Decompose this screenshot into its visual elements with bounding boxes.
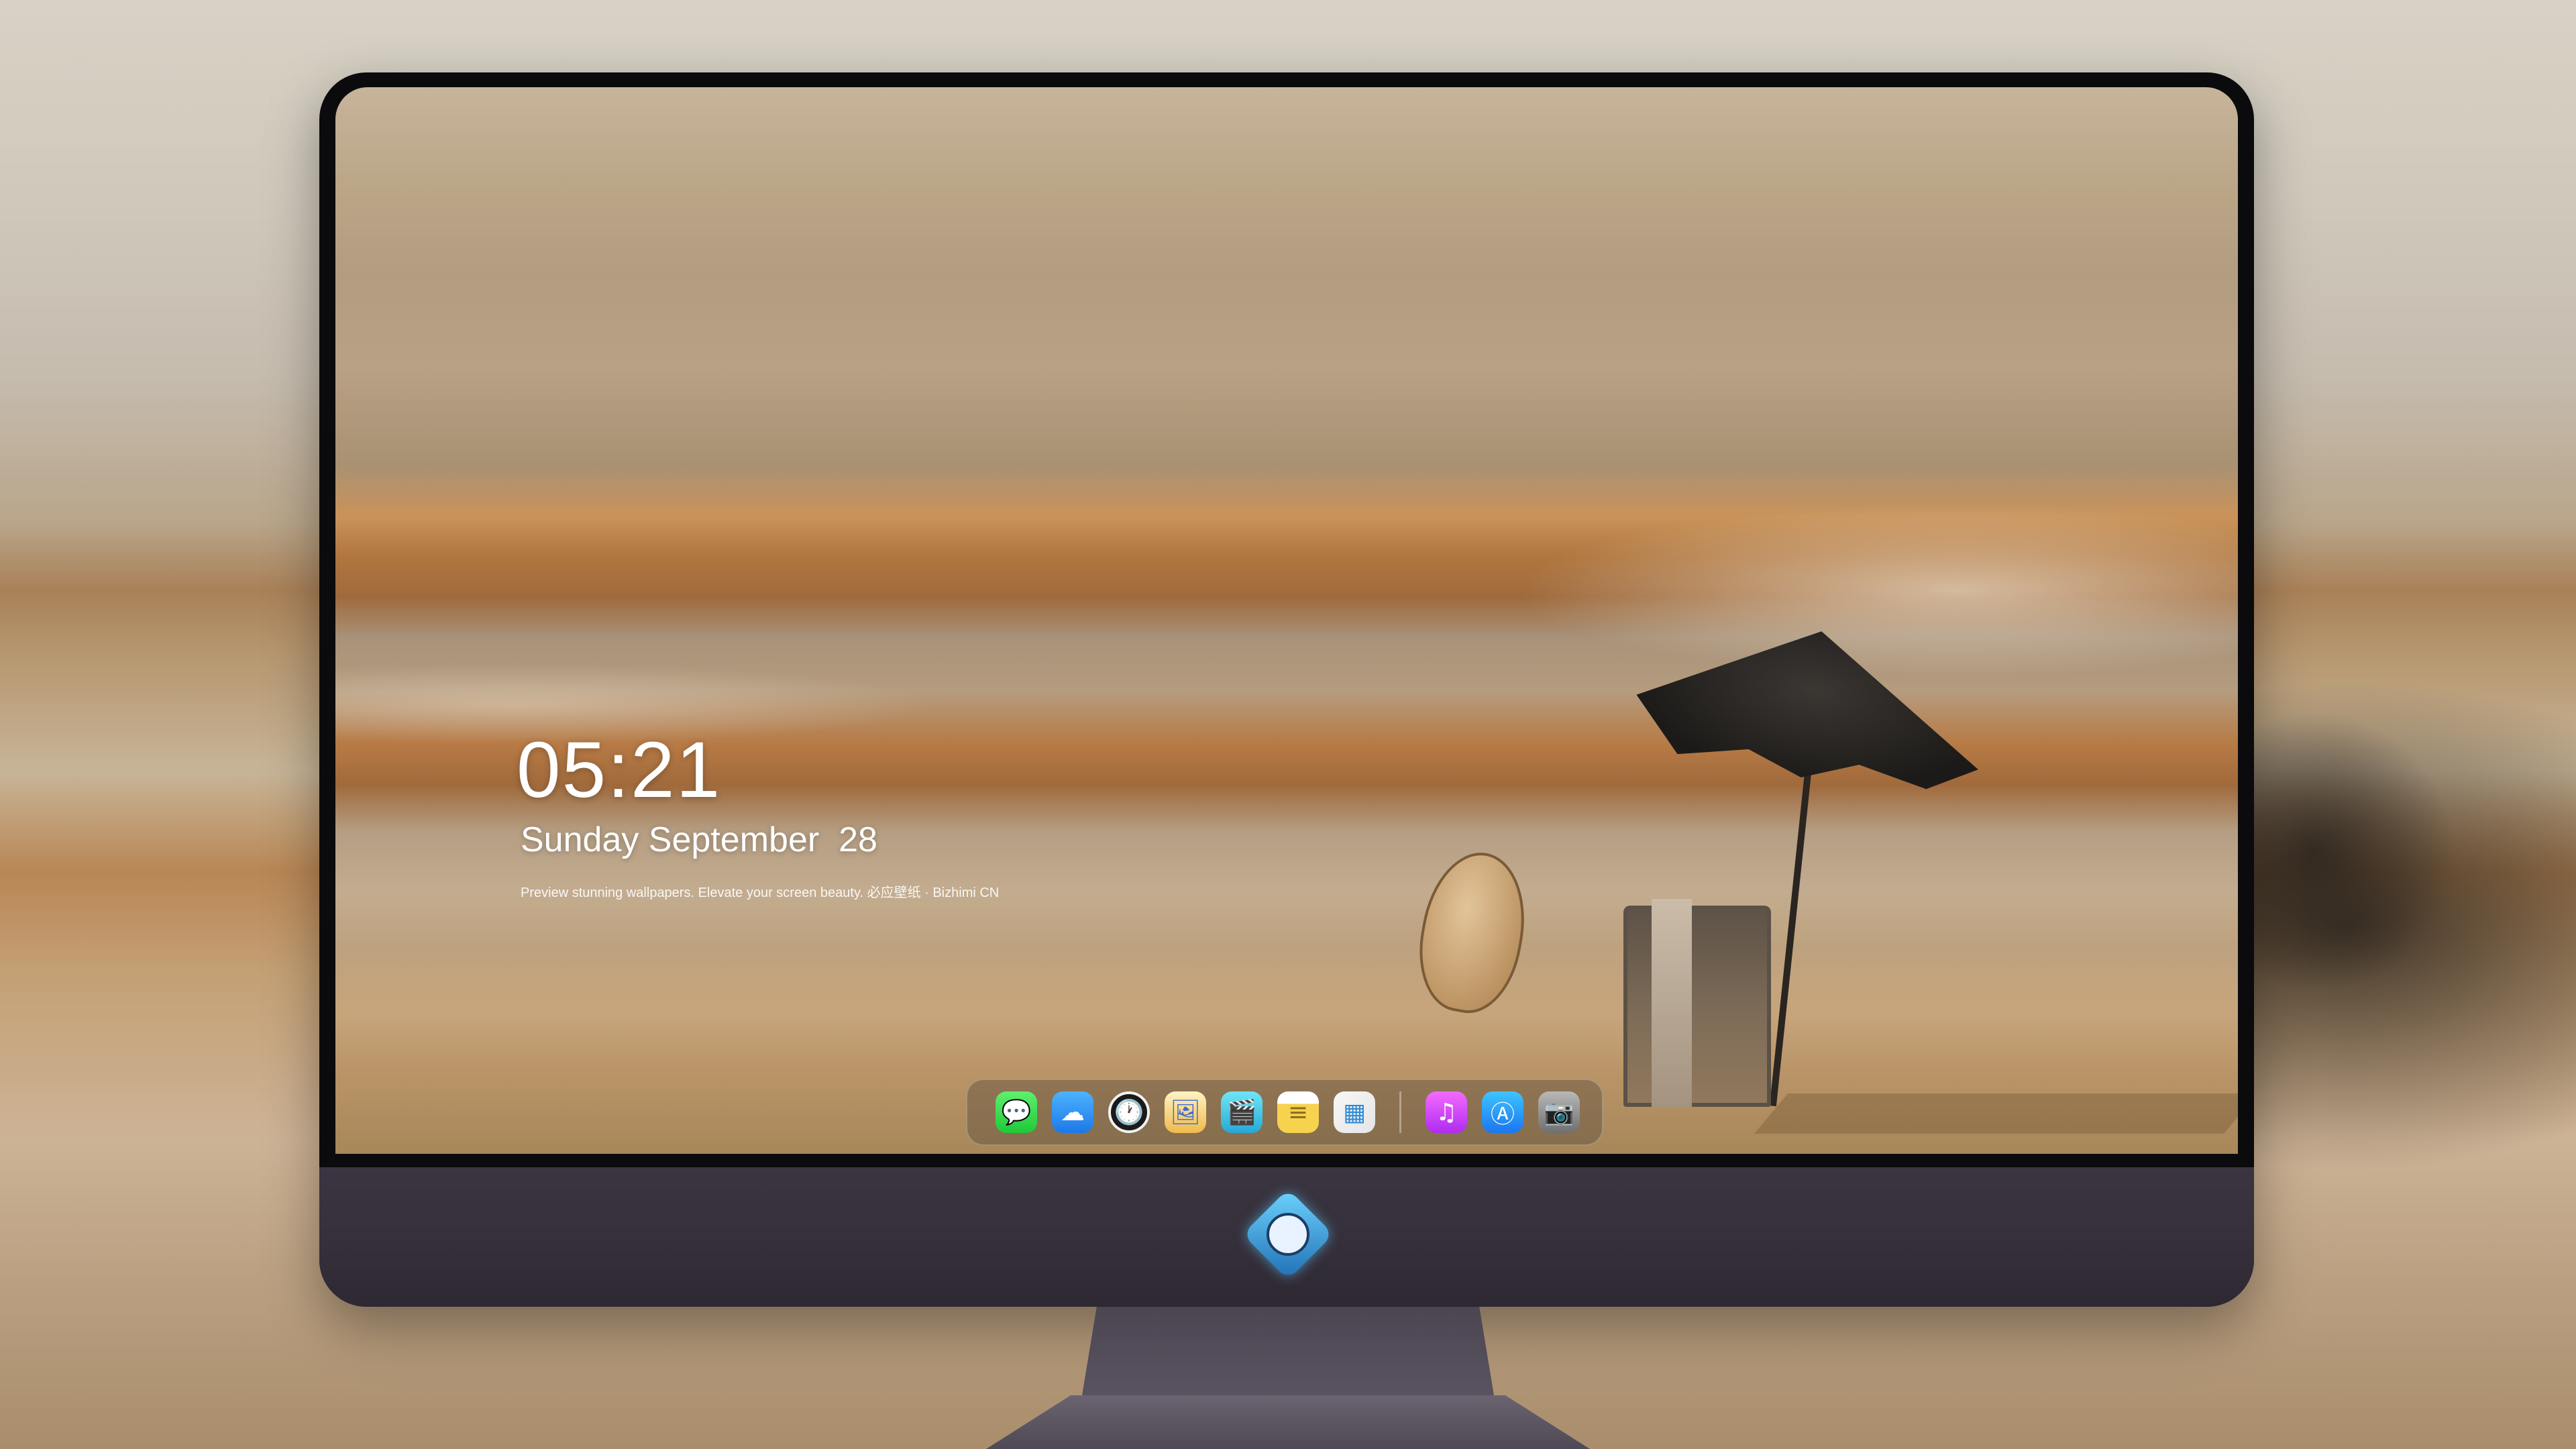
clock-icon[interactable]: 🕐 (1108, 1091, 1150, 1133)
lock-screen-time: 05:21 (517, 726, 722, 814)
wallpaper-caption[interactable]: Preview stunning wallpapers. Elevate you… (521, 881, 999, 901)
monitor-stand (1080, 1307, 1496, 1407)
monitor-stand-base (986, 1395, 1590, 1449)
notes-icon[interactable]: ≡ (1277, 1091, 1319, 1133)
surfboard (1409, 844, 1536, 1021)
beach-chair (1623, 906, 1771, 1107)
wave-foam (1516, 503, 2238, 678)
messages-icon[interactable]: 💬 (996, 1091, 1037, 1133)
dock: 💬 ☁ 🕐 🖼 🎬 ≡ ▦ ♫ Ⓐ 📷 (966, 1079, 1603, 1146)
preview-icon[interactable]: 🖼 (1165, 1091, 1206, 1133)
umbrella-pole (1769, 771, 1812, 1107)
camera-icon[interactable]: 📷 (1538, 1091, 1580, 1133)
weather-icon[interactable]: ☁ (1052, 1091, 1093, 1133)
clapper-icon[interactable]: 🎬 (1221, 1091, 1263, 1133)
desktop-background: 05:21 Sunday September 28 Preview stunni… (0, 0, 2576, 1449)
brand-logo-face-icon (1267, 1213, 1309, 1256)
umbrella-shadow (1754, 1093, 2238, 1134)
photos-icon[interactable]: ▦ (1334, 1091, 1375, 1133)
towel (1652, 899, 1692, 1107)
music-icon[interactable]: ♫ (1426, 1091, 1467, 1133)
lock-screen: 05:21 Sunday September 28 Preview stunni… (335, 87, 2238, 1154)
dock-separator (1399, 1091, 1401, 1133)
lock-screen-date: Sunday September 28 (521, 820, 877, 859)
app-store-icon[interactable]: Ⓐ (1482, 1091, 1523, 1133)
